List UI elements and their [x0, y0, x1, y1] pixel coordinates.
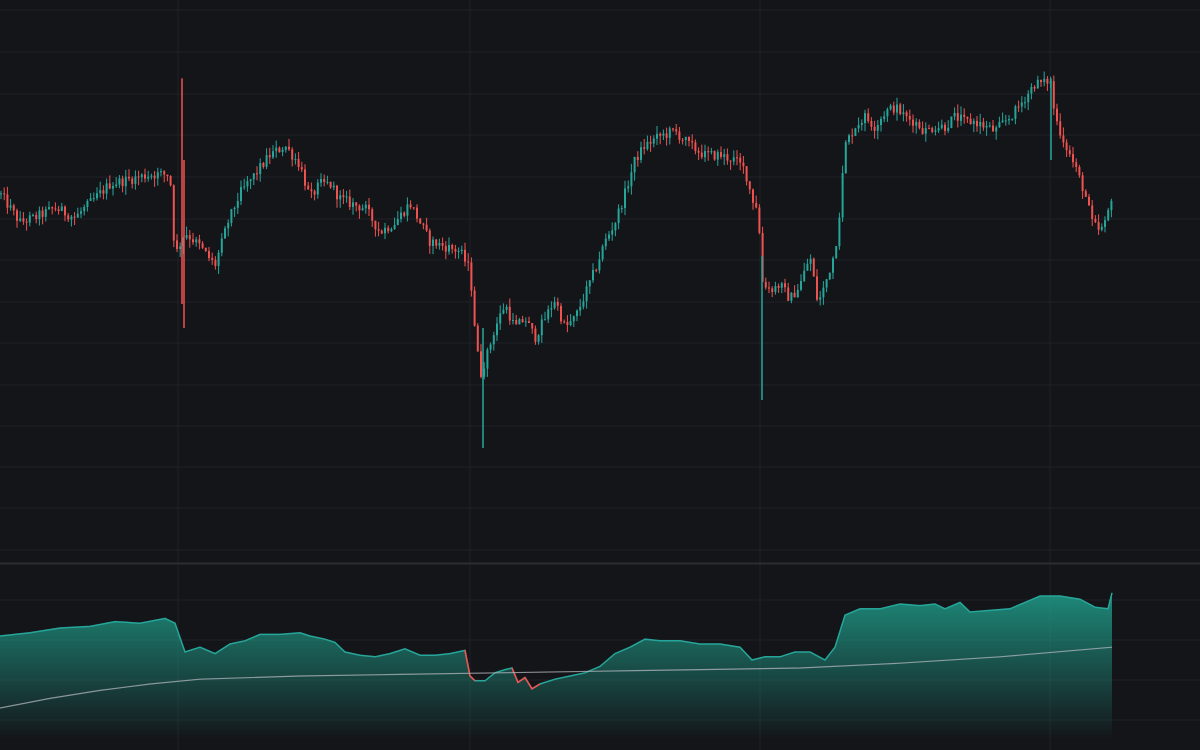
- candle: [476, 323, 479, 352]
- candle: [560, 303, 562, 325]
- candle: [419, 218, 422, 224]
- candle: [601, 244, 604, 262]
- candle: [473, 286, 476, 327]
- candle: [172, 184, 175, 248]
- chart-canvas: [0, 0, 1200, 750]
- candle: [844, 140, 847, 174]
- candle: [899, 102, 902, 116]
- candle: [835, 246, 838, 259]
- candle: [854, 127, 857, 137]
- candle: [713, 150, 716, 161]
- candle: [169, 175, 172, 187]
- candle: [828, 272, 831, 281]
- candle: [841, 165, 844, 222]
- candle: [838, 212, 841, 250]
- candle: [758, 204, 761, 235]
- candle: [812, 257, 815, 277]
- chart-svg: [0, 0, 1200, 750]
- candle: [950, 116, 953, 129]
